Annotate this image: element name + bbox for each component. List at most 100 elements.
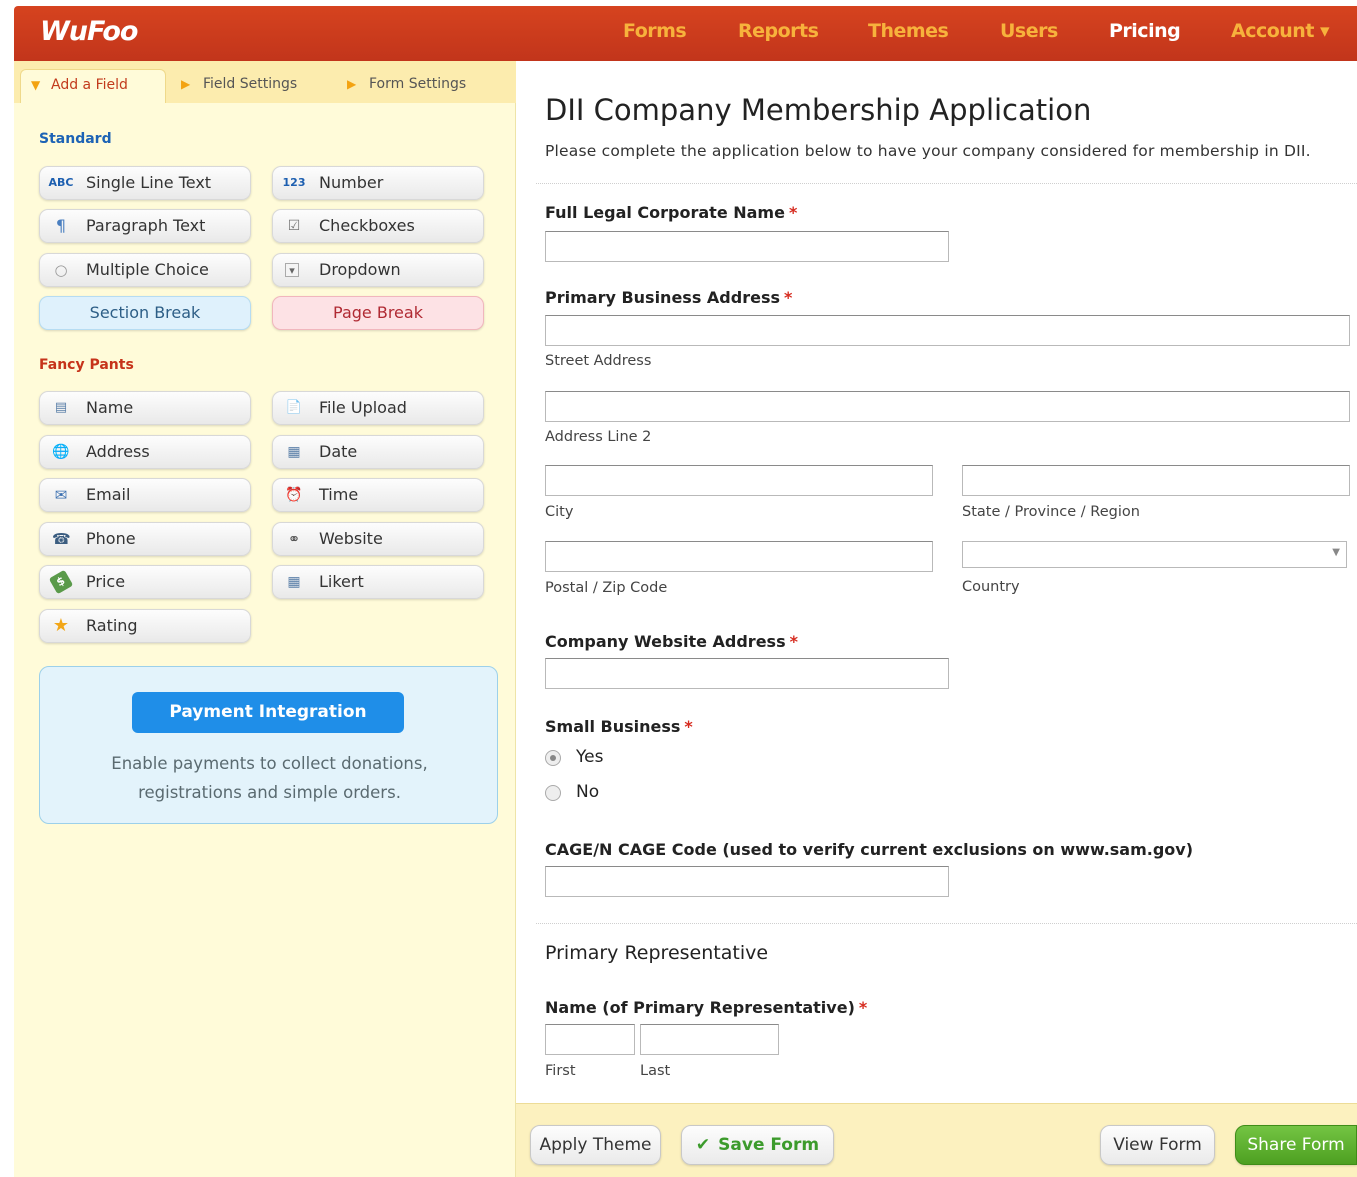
small-business-no-radio[interactable] — [545, 785, 561, 801]
tab-label: Field Settings — [203, 76, 298, 92]
add-paragraph-text-button[interactable]: ¶ Paragraph Text — [39, 209, 251, 243]
form-description[interactable]: Please complete the application below to… — [545, 142, 1311, 160]
country-label: Country — [962, 579, 1020, 595]
nav-pricing[interactable]: Pricing — [1109, 6, 1181, 61]
tab-label: Add a Field — [51, 77, 128, 93]
button-label: Email — [86, 485, 131, 504]
small-business-yes-radio[interactable] — [545, 750, 561, 766]
view-form-button[interactable]: View Form — [1100, 1125, 1215, 1165]
section-primary-representative[interactable]: Primary Representative — [545, 942, 768, 964]
add-rating-button[interactable]: ★ Rating — [39, 609, 251, 643]
dropdown-icon: ▾ — [285, 263, 299, 277]
add-time-button[interactable]: ⏰ Time — [272, 478, 484, 512]
representative-name-label[interactable]: Name (of Primary Representative) * — [545, 998, 867, 1017]
button-label: Price — [86, 572, 126, 591]
small-business-yes-label[interactable]: Yes — [576, 747, 603, 767]
top-navigation-bar: WuFoo Forms Reports Themes Users Pricing… — [14, 6, 1357, 61]
triangle-right-icon: ▶ — [347, 77, 357, 91]
add-single-line-text-button[interactable]: ABC Single Line Text — [39, 166, 251, 200]
nav-themes[interactable]: Themes — [868, 6, 949, 61]
full-legal-corporate-name-input[interactable] — [545, 231, 949, 262]
save-form-button[interactable]: ✔ Save Form — [681, 1125, 834, 1165]
company-website-label[interactable]: Company Website Address * — [545, 632, 798, 651]
wufoo-logo[interactable]: WuFoo — [40, 16, 138, 47]
triangle-right-icon: ▶ — [181, 77, 191, 91]
state-label: State / Province / Region — [962, 504, 1140, 520]
nav-reports[interactable]: Reports — [738, 6, 819, 61]
company-website-input[interactable] — [545, 658, 949, 689]
button-label: Dropdown — [319, 260, 401, 279]
button-label: Date — [319, 442, 358, 461]
form-title[interactable]: DII Company Membership Application — [545, 93, 1091, 127]
chevron-down-icon: ▼ — [1332, 547, 1340, 558]
button-label: Phone — [86, 529, 136, 548]
add-checkboxes-button[interactable]: ☑ Checkboxes — [272, 209, 484, 243]
add-website-button[interactable]: ⚭ Website — [272, 522, 484, 556]
sidebar-tabs: ▼ Add a Field ▶ Field Settings ▶ Form Se… — [14, 61, 516, 103]
tab-add-a-field[interactable]: ▼ Add a Field — [20, 69, 166, 103]
address-line-2-input[interactable] — [545, 391, 1350, 422]
add-multiple-choice-button[interactable]: ○ Multiple Choice — [39, 253, 251, 287]
postal-code-label: Postal / Zip Code — [545, 580, 668, 596]
state-input[interactable] — [962, 465, 1350, 496]
country-select[interactable]: ▼ — [962, 541, 1347, 568]
add-price-button[interactable]: $ Price — [39, 565, 251, 599]
name-card-icon: ▤ — [54, 400, 68, 415]
button-label: Single Line Text — [86, 173, 212, 192]
add-page-break-button[interactable]: Page Break — [272, 296, 484, 330]
tab-form-settings[interactable]: ▶ Form Settings — [339, 69, 509, 103]
radio-icon: ○ — [54, 261, 68, 279]
payment-integration-button[interactable]: Payment Integration — [132, 692, 404, 733]
postal-code-input[interactable] — [545, 541, 933, 572]
likert-grid-icon: ▦ — [287, 574, 301, 590]
number-icon: 123 — [282, 176, 306, 189]
add-name-button[interactable]: ▤ Name — [39, 391, 251, 425]
add-address-button[interactable]: 🌐 Address — [39, 435, 251, 469]
required-marker: * — [784, 288, 793, 307]
small-business-label[interactable]: Small Business * — [545, 717, 693, 736]
share-form-button[interactable]: Share Form — [1235, 1125, 1357, 1165]
last-name-input[interactable] — [640, 1024, 779, 1055]
add-likert-button[interactable]: ▦ Likert — [272, 565, 484, 599]
label-text: Company Website Address — [545, 632, 786, 651]
last-name-label: Last — [640, 1063, 671, 1079]
button-label: Checkboxes — [319, 216, 415, 235]
add-date-button[interactable]: ▦ Date — [272, 435, 484, 469]
save-form-label: Save Form — [718, 1135, 820, 1155]
required-marker: * — [684, 717, 693, 736]
triangle-down-icon: ▼ — [31, 78, 41, 92]
divider — [536, 183, 1357, 184]
clock-icon: ⏰ — [285, 487, 303, 503]
city-input[interactable] — [545, 465, 933, 496]
label-text: Primary Business Address — [545, 288, 780, 307]
price-tag-icon: $ — [48, 569, 74, 595]
email-icon: ✉ — [54, 486, 68, 504]
full-legal-corporate-name-label[interactable]: Full Legal Corporate Name * — [545, 203, 797, 222]
cage-code-label[interactable]: CAGE/N CAGE Code (used to verify current… — [545, 840, 1193, 859]
add-file-upload-button[interactable]: 📄 File Upload — [272, 391, 484, 425]
form-preview: DII Company Membership Application Pleas… — [516, 61, 1357, 1103]
standard-heading: Standard — [39, 131, 112, 147]
add-number-button[interactable]: 123 Number — [272, 166, 484, 200]
required-marker: * — [858, 998, 868, 1017]
button-label: File Upload — [319, 398, 407, 417]
add-email-button[interactable]: ✉ Email — [39, 478, 251, 512]
first-name-input[interactable] — [545, 1024, 635, 1055]
small-business-no-label[interactable]: No — [576, 782, 599, 802]
nav-account[interactable]: Account ▾ — [1231, 6, 1330, 61]
apply-theme-button[interactable]: Apply Theme — [530, 1125, 661, 1165]
primary-business-address-label[interactable]: Primary Business Address * — [545, 288, 792, 307]
cage-code-input[interactable] — [545, 866, 949, 897]
street-address-input[interactable] — [545, 315, 1350, 346]
nav-forms[interactable]: Forms — [623, 6, 687, 61]
wufoo-form-builder: WuFoo Forms Reports Themes Users Pricing… — [0, 0, 1357, 1177]
button-label: Multiple Choice — [86, 260, 209, 279]
add-section-break-button[interactable]: Section Break — [39, 296, 251, 330]
button-label: Rating — [86, 616, 138, 635]
sidebar: ▼ Add a Field ▶ Field Settings ▶ Form Se… — [14, 61, 516, 1177]
add-phone-button[interactable]: ☎ Phone — [39, 522, 251, 556]
tab-field-settings[interactable]: ▶ Field Settings — [173, 69, 323, 103]
nav-users[interactable]: Users — [1000, 6, 1058, 61]
add-dropdown-button[interactable]: ▾ Dropdown — [272, 253, 484, 287]
file-upload-icon: 📄 — [285, 400, 303, 415]
